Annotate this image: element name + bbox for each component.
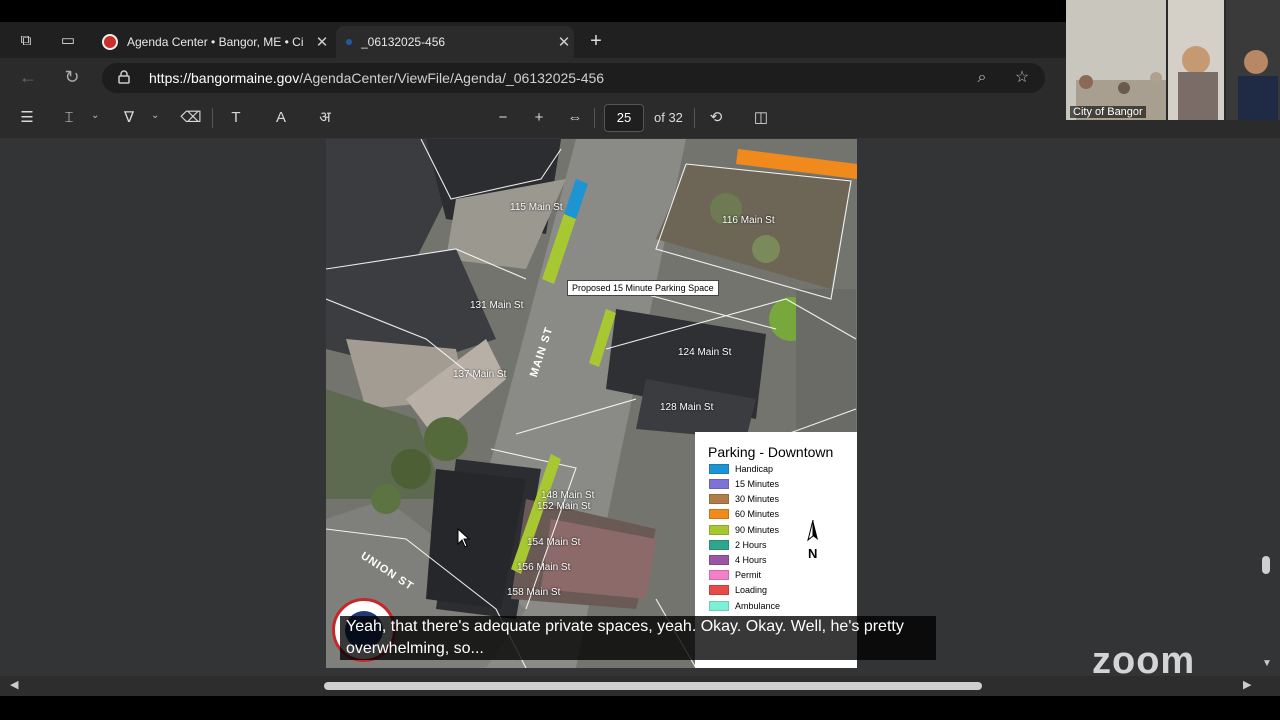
video-feed-image <box>1066 0 1280 120</box>
address-label: 116 Main St <box>722 215 775 226</box>
url-field[interactable]: https://bangormaine.gov/AgendaCenter/Vie… <box>102 63 1045 93</box>
legend-item: 60 Minutes <box>709 508 779 520</box>
legend-label: 2 Hours <box>735 540 767 550</box>
legend-item: Handicap <box>709 463 773 475</box>
callout-label: Proposed 15 Minute Parking Space <box>567 280 719 296</box>
address-label: 148 Main St <box>541 490 595 501</box>
legend-swatch <box>709 585 729 595</box>
fit-page-icon[interactable]: ⇔ <box>564 108 586 128</box>
chevron-down-icon[interactable]: ⌄ <box>91 110 99 121</box>
tab-agenda-center[interactable]: Agenda Center • Bangor, ME • Ci ✕ <box>96 26 332 58</box>
legend-label: 60 Minutes <box>735 509 780 519</box>
lock-icon <box>118 70 130 84</box>
legend-item: 4 Hours <box>709 554 767 566</box>
close-tab-icon[interactable]: ✕ <box>554 33 574 51</box>
address-bar-row: ← ↻ https://bangormaine.gov/AgendaCenter… <box>0 58 1066 98</box>
horizontal-scrollbar-thumb[interactable] <box>324 682 982 690</box>
chevron-down-icon[interactable]: ⌄ <box>151 110 159 121</box>
tab-title: _06132025-456 <box>361 35 446 49</box>
browser-tab-bar: ⧉ ▭ Agenda Center • Bangor, ME • Ci ✕ _0… <box>0 22 1066 58</box>
legend-title: Parking - Downtown <box>708 444 834 460</box>
scroll-right-arrow-icon[interactable]: ▶ <box>1243 678 1251 691</box>
address-label: 128 Main St <box>660 402 714 413</box>
legend-swatch <box>709 494 729 504</box>
address-label: 152 Main St <box>537 501 591 512</box>
refresh-icon[interactable]: ↻ <box>60 66 84 90</box>
rotate-icon[interactable]: ⟲ <box>705 108 727 128</box>
zoom-watermark-logo: zoom <box>1092 640 1196 682</box>
legend-label: 4 Hours <box>735 555 767 565</box>
mouse-cursor-icon <box>457 528 471 548</box>
new-tab-icon[interactable]: + <box>584 30 608 54</box>
vertical-scrollbar-thumb[interactable] <box>1262 556 1270 574</box>
north-label: N <box>808 546 818 561</box>
back-arrow-icon[interactable]: ← <box>16 66 40 90</box>
pdf-favicon-icon <box>346 39 352 45</box>
bangor-favicon-icon <box>102 34 118 50</box>
workspaces-icon[interactable]: ⧉ <box>14 28 38 52</box>
address-label: 115 Main St <box>510 202 563 213</box>
page-total-label: of 32 <box>654 110 683 125</box>
legend-swatch <box>709 509 729 519</box>
legend-item: 2 Hours <box>709 539 767 551</box>
highlight-icon[interactable]: ⌶ <box>58 108 80 128</box>
close-tab-icon[interactable]: ✕ <box>312 33 332 51</box>
live-caption: Yeah, that there's adequate private spac… <box>340 616 936 660</box>
page-number-input[interactable]: 25 <box>604 104 644 132</box>
favorite-star-icon[interactable]: ☆ <box>1012 68 1032 88</box>
tab-title: Agenda Center • Bangor, ME • Ci <box>127 35 304 49</box>
page-view-icon[interactable]: ◫ <box>750 108 772 128</box>
legend-label: Ambulance <box>735 601 781 611</box>
scroll-down-arrow-icon[interactable]: ▼ <box>1262 658 1272 669</box>
legend-swatch <box>709 464 729 474</box>
tab-actions-icon[interactable]: ▭ <box>56 28 80 52</box>
scroll-left-arrow-icon[interactable]: ◀ <box>10 678 18 691</box>
address-label: 131 Main St <box>470 300 524 311</box>
url-host: https://bangormaine.gov <box>149 70 300 86</box>
text-box-icon[interactable]: T <box>225 108 247 128</box>
participant-video[interactable] <box>1066 0 1280 120</box>
read-aloud-icon[interactable]: A <box>270 108 292 128</box>
contents-list-icon[interactable]: ☰ <box>16 108 38 128</box>
toolbar-divider <box>594 108 595 128</box>
caption-line: Yeah, that there's adequate private spac… <box>346 618 904 635</box>
legend-label: Permit <box>735 570 762 580</box>
draw-icon[interactable]: ∇ <box>118 108 140 128</box>
legend-label: 15 Minutes <box>735 479 780 489</box>
legend-item: Ambulance <box>709 600 780 612</box>
translate-icon[interactable]: अ <box>314 108 336 128</box>
toolbar-divider <box>212 108 213 128</box>
zoom-in-button[interactable]: + <box>528 108 550 128</box>
tab-pdf[interactable]: _06132025-456 ✕ <box>336 26 574 58</box>
legend-item: 15 Minutes <box>709 478 779 490</box>
address-label: 124 Main St <box>678 347 732 358</box>
video-participant-label: City of Bangor <box>1070 106 1146 118</box>
zoom-out-button[interactable]: − <box>492 108 514 128</box>
url-path: /AgendaCenter/ViewFile/Agenda/_06132025-… <box>299 70 605 86</box>
address-label: 154 Main St <box>527 537 581 548</box>
address-label: 156 Main St <box>517 562 571 573</box>
eraser-icon[interactable]: ⌫ <box>180 108 202 128</box>
legend-item: 90 Minutes <box>709 524 779 536</box>
legend-item: Permit <box>709 569 761 581</box>
legend-swatch <box>709 479 729 489</box>
zoom-magnifier-icon[interactable]: ⌕ <box>972 68 992 88</box>
legend-swatch <box>709 555 729 565</box>
legend-swatch <box>709 525 729 535</box>
legend-label: 90 Minutes <box>735 525 780 535</box>
legend-swatch <box>709 601 729 611</box>
address-label: 158 Main St <box>507 587 561 598</box>
address-label: 137 Main St <box>453 369 507 380</box>
legend-swatch <box>709 540 729 550</box>
legend-item: Loading <box>709 584 767 596</box>
legend-label: Loading <box>735 585 768 595</box>
toolbar-divider <box>694 108 695 128</box>
legend-label: 30 Minutes <box>735 494 780 504</box>
caption-line: overwhelming, so... <box>346 640 484 657</box>
legend-label: Handicap <box>735 464 774 474</box>
legend-item: 30 Minutes <box>709 493 779 505</box>
legend-swatch <box>709 570 729 580</box>
